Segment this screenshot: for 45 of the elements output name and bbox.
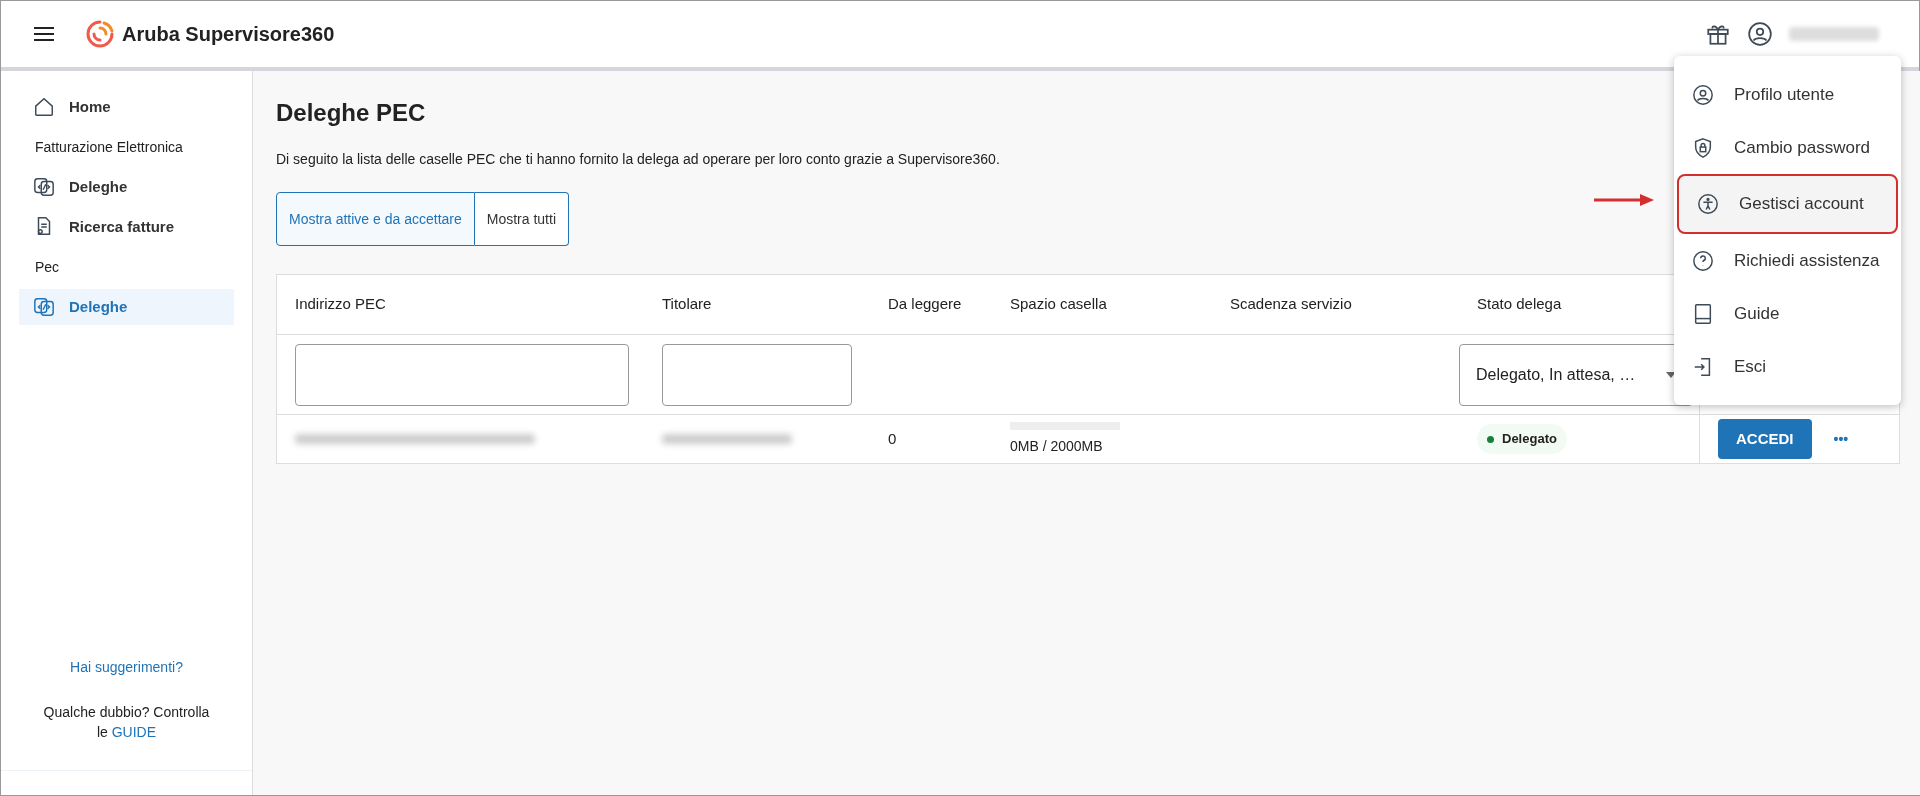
column-header: Spazio casella (1010, 295, 1107, 313)
sidebar-item[interactable]: Deleghe (19, 289, 234, 325)
logo-icon (84, 18, 116, 50)
menu-item[interactable]: Guide (1674, 287, 1901, 340)
annotation-arrow (1594, 193, 1654, 207)
page-description: Di seguito la lista delle caselle PEC che ti hanno fornito la delega ad operare per loro conto grazie a Supervisore360. (276, 150, 1001, 169)
guide-link[interactable]: GUIDE (111, 724, 157, 740)
column-header: Scadenza servizio (1230, 295, 1352, 313)
feedback-link[interactable]: Hai suggerimenti? (70, 657, 183, 678)
help-icon (1692, 249, 1714, 272)
book-icon (1692, 302, 1714, 325)
access-button[interactable]: ACCEDI (1718, 419, 1812, 459)
column-header: Indirizzo PEC (295, 295, 386, 313)
column-header: Da leggere (888, 295, 962, 313)
menu-item[interactable]: Richiedi assistenza (1674, 234, 1901, 287)
sidebar-item[interactable]: Home (19, 89, 234, 125)
menu-item[interactable]: Cambio password (1674, 121, 1901, 174)
storage-reading: 0MB / 2000MB (1010, 436, 1104, 456)
sidebar-item[interactable]: Ricerca fatture (19, 209, 234, 245)
status-badge: Delegato (1477, 424, 1567, 454)
sidebar-item[interactable]: Deleghe (19, 169, 234, 205)
filter-tab[interactable]: Mostra attive e da accettare (276, 192, 475, 246)
section-label: Fatturazione Elettronica (34, 137, 184, 157)
owner-field[interactable] (662, 343, 852, 406)
pec-address-field[interactable] (295, 343, 629, 406)
app-name: Aruba Supervisore360 (122, 22, 335, 47)
home-icon (33, 96, 55, 118)
user-icon (1692, 83, 1714, 106)
menu-item[interactable]: Gestisci account (1677, 174, 1898, 234)
table-cell: 0 (888, 430, 897, 447)
page-title: Deleghe PEC (276, 98, 427, 128)
delegation-icon (33, 176, 55, 198)
shield-lock-icon (1692, 136, 1714, 159)
caret-icon (1666, 371, 1676, 378)
help-text: Qualche dubbio? Controlla le GUIDE (42, 703, 211, 742)
menu-item[interactable]: Profilo utente (1674, 68, 1901, 121)
column-header: Stato delega (1477, 295, 1562, 313)
section-label: Pec (34, 257, 61, 277)
filter-tab[interactable]: Mostra tutti (474, 192, 569, 246)
delegation-icon (33, 296, 55, 318)
more-button[interactable]: ••• (1833, 428, 1849, 450)
column-header: Titolare (662, 295, 712, 313)
menu-icon[interactable] (34, 26, 54, 42)
user-icon[interactable] (1747, 21, 1773, 47)
accessibility-icon (1697, 193, 1719, 215)
